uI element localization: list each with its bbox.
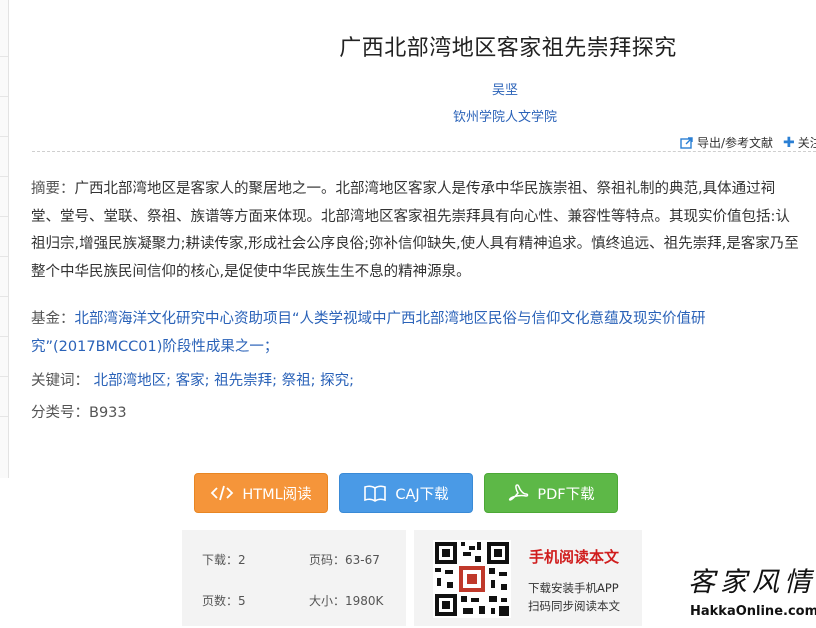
article-toolbar: 导出/参考文献 ✚ 关注 [680, 134, 816, 151]
plus-icon[interactable]: ✚ [783, 135, 795, 151]
keyword-link[interactable]: 客家; [176, 373, 210, 389]
caj-download-button[interactable]: CAJ下载 [339, 473, 473, 513]
pdf-download-label: PDF下载 [537, 486, 595, 503]
abstract-text: 广西北部湾地区是客家人的聚居地之一。北部湾地区客家人是传承中华民族崇祖、祭祖礼制… [31, 181, 799, 280]
file-size-value: 1980K [345, 594, 384, 608]
downloads-value: 2 [238, 553, 246, 567]
rail-divider [0, 256, 8, 257]
downloads-stat: 下载：2 [202, 551, 246, 568]
rail-divider [0, 376, 8, 377]
mobile-read-title: 手机阅读本文 [529, 548, 620, 566]
mobile-scan-text: 扫码同步阅读本文 [528, 599, 620, 613]
qr-code-icon[interactable] [433, 540, 511, 618]
page-range-label: 页码： [309, 553, 346, 567]
page-count-value: 5 [238, 594, 246, 608]
page-range-value: 63-67 [345, 553, 380, 567]
keyword-link[interactable]: 祖先崇拜; [214, 373, 277, 389]
fund-link[interactable]: 北部湾海洋文化研究中心资助项目“人类学视域中广西北部湾地区民俗与信仰文化意蕴及现… [31, 311, 706, 355]
keywords-section: 关键词： 北部湾地区; 客家; 祖先崇拜; 祭祖; 探究; [31, 369, 354, 390]
institution-link[interactable]: 钦州学院人文学院 [0, 106, 816, 125]
keywords-label: 关键词： [31, 373, 89, 389]
follow-link[interactable]: 关注 [798, 134, 816, 151]
mobile-read-panel: 手机阅读本文 下载安装手机APP 扫码同步阅读本文 [414, 530, 642, 626]
book-icon [364, 485, 387, 502]
left-sidebar-rail [0, 0, 9, 478]
fund-label: 基金： [31, 311, 75, 327]
watermark-logo: 客家风情 [688, 567, 816, 598]
abstract-label: 摘要： [31, 181, 75, 197]
keyword-link[interactable]: 祭祖; [282, 373, 316, 389]
classification-label: 分类号： [31, 405, 89, 421]
author-link[interactable]: 吴坚 [0, 79, 816, 98]
rail-divider [0, 296, 8, 297]
keyword-link[interactable]: 北部湾地区; [94, 373, 171, 389]
caj-download-label: CAJ下载 [395, 486, 449, 503]
html-read-button[interactable]: HTML阅读 [194, 473, 328, 513]
article-title: 广西北部湾地区客家祖先崇拜探究 [339, 36, 677, 61]
classification-value: B933 [89, 405, 127, 421]
page-count-label: 页数： [202, 594, 239, 608]
article-stats-panel: 下载：2 页码：63-67 页数：5 大小：1980K [182, 530, 406, 626]
rail-divider [0, 416, 8, 417]
watermark-url: HakkaOnline.com [690, 604, 816, 619]
rail-divider [0, 136, 8, 137]
pdf-download-button[interactable]: PDF下载 [484, 473, 618, 513]
header-divider [32, 151, 816, 152]
pdf-icon [509, 484, 529, 501]
downloads-label: 下载： [202, 553, 239, 567]
html-read-label: HTML阅读 [242, 486, 312, 503]
file-size-stat: 大小：1980K [309, 592, 383, 609]
keyword-link[interactable]: 探究; [320, 373, 354, 389]
rail-divider [0, 336, 8, 337]
code-icon [211, 485, 234, 501]
page-range-stat: 页码：63-67 [309, 551, 380, 568]
page-count-stat: 页数：5 [202, 592, 246, 609]
classification-section: 分类号：B933 [31, 401, 127, 422]
file-size-label: 大小： [309, 594, 346, 608]
export-icon[interactable] [680, 136, 694, 149]
fund-section: 基金：北部湾海洋文化研究中心资助项目“人类学视域中广西北部湾地区民俗与信仰文化意… [31, 305, 801, 361]
rail-divider [0, 216, 8, 217]
mobile-app-text: 下载安装手机APP [528, 581, 619, 595]
abstract-section: 摘要：广西北部湾地区是客家人的聚居地之一。北部湾地区客家人是传承中华民族崇祖、祭… [31, 176, 801, 286]
export-citation-link[interactable]: 导出/参考文献 [697, 134, 773, 151]
rail-divider [0, 176, 8, 177]
